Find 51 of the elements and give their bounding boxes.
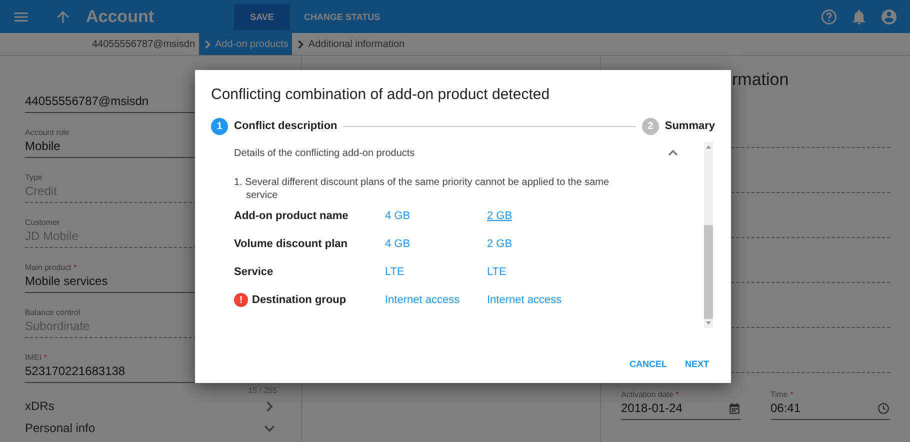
- date-field[interactable]: Activation date * 2018-01-24: [621, 389, 740, 420]
- help-icon[interactable]: [820, 8, 838, 26]
- toolbar-button[interactable]: CHANGE STATUS: [294, 4, 390, 30]
- scroll-down-icon[interactable]: [706, 321, 711, 325]
- section-title: Personal info: [25, 421, 96, 435]
- field-value: 523170221683138: [25, 364, 126, 378]
- panel-heading: rmation: [732, 70, 789, 89]
- field-label: IMEI: [25, 353, 42, 362]
- dialog-button[interactable]: NEXT: [678, 353, 715, 375]
- error-icon: !: [234, 293, 248, 307]
- chevron-icon: [296, 40, 306, 48]
- dialog-button[interactable]: CANCEL: [623, 353, 673, 375]
- section-title: xDRs: [25, 399, 54, 413]
- chevron-icon: [203, 40, 212, 48]
- field-value: 44055556787@msisdn: [25, 94, 149, 108]
- breadcrumb[interactable]: Add-on products: [199, 33, 292, 55]
- field-label: Customer: [25, 218, 60, 227]
- field-label: Balance control: [25, 308, 80, 317]
- row-label: Service: [234, 266, 274, 278]
- toolbar-button[interactable]: SAVE: [234, 4, 290, 30]
- step-number: 2: [642, 118, 659, 134]
- section-header[interactable]: Personal info: [25, 417, 291, 439]
- required-mark: *: [73, 263, 77, 272]
- required-mark: *: [44, 353, 47, 362]
- value-link[interactable]: 4 GB: [385, 210, 410, 222]
- clock-icon[interactable]: [877, 402, 890, 414]
- time-field[interactable]: Time * 06:41: [770, 389, 890, 420]
- field-value: Mobile: [25, 139, 60, 153]
- value-link[interactable]: 2 GB: [487, 210, 512, 222]
- step-label[interactable]: Summary: [664, 120, 715, 132]
- value-link[interactable]: 2 GB: [487, 238, 512, 250]
- breadcrumb[interactable]: 44055556787@msisdn: [88, 33, 200, 55]
- field-label: Type: [25, 173, 42, 182]
- breadcrumb[interactable]: Additional information: [292, 33, 409, 55]
- value-link[interactable]: LTE: [385, 266, 404, 278]
- value-link[interactable]: Internet access: [385, 294, 460, 306]
- field-label: Account role: [25, 128, 70, 137]
- account-icon[interactable]: [880, 8, 898, 26]
- value-link[interactable]: 4 GB: [385, 238, 410, 250]
- step-number: 1: [211, 118, 228, 134]
- value-link[interactable]: LTE: [487, 266, 506, 278]
- value-link[interactable]: Internet access: [487, 294, 562, 306]
- scrollbar[interactable]: [704, 142, 713, 328]
- field-value: Mobile services: [25, 274, 108, 288]
- section-header[interactable]: xDRs: [25, 395, 291, 417]
- row-label: Destination group: [252, 294, 346, 306]
- scroll-up-icon[interactable]: [706, 145, 711, 149]
- calendar-icon[interactable]: [728, 402, 740, 414]
- field-label: Main product: [25, 263, 72, 272]
- page-title: Account: [86, 6, 155, 26]
- bell-icon[interactable]: [850, 8, 868, 26]
